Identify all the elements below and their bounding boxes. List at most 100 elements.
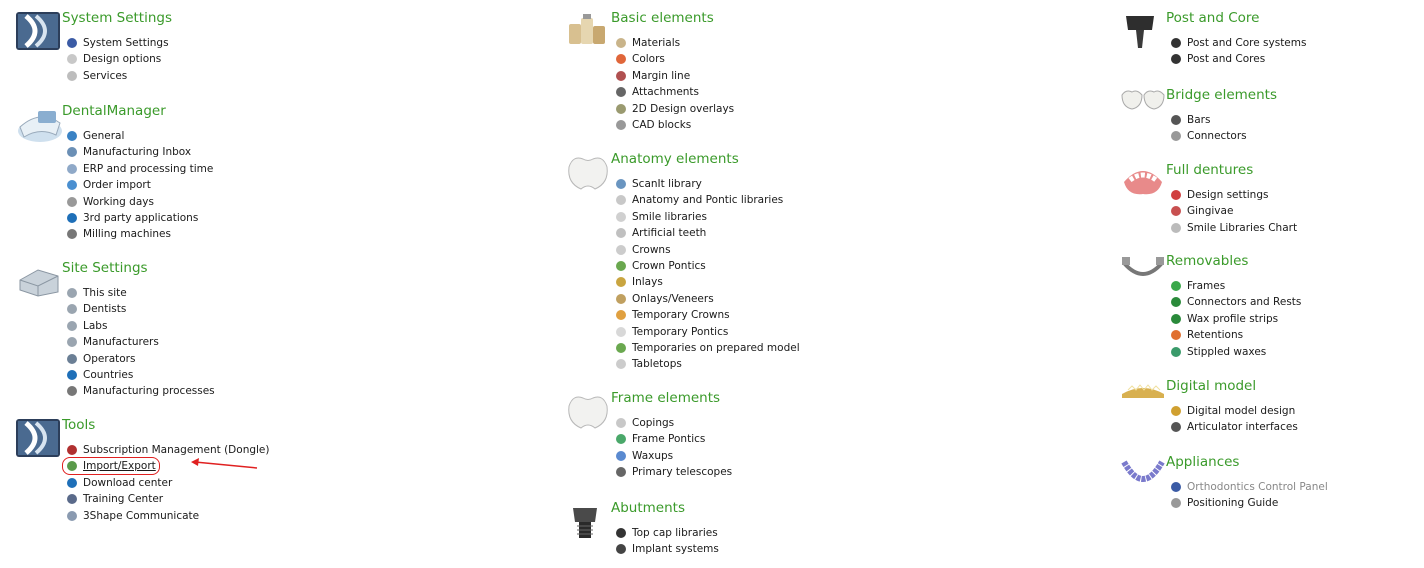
link-post-and-cores[interactable]: Post and Cores [1170, 51, 1265, 67]
link-label: Attachments [632, 86, 700, 99]
link-waxups[interactable]: Waxups [615, 448, 673, 464]
link-artificial-teeth[interactable]: Artificial teeth [615, 225, 706, 241]
link-post-and-core-systems[interactable]: Post and Core systems [1170, 35, 1306, 51]
link-label: Manufacturing Inbox [83, 146, 192, 159]
link-cad-blocks[interactable]: CAD blocks [615, 117, 691, 133]
link-tabletops[interactable]: Tabletops [615, 356, 682, 372]
link-dentists[interactable]: Dentists [66, 301, 126, 317]
link-label: Import/Export [83, 460, 156, 473]
link-wax-profile-strips[interactable]: Wax profile strips [1170, 311, 1278, 327]
link-3rd-party-applications[interactable]: 3rd party applications [66, 210, 198, 226]
tooth-red-icon [615, 70, 627, 82]
link-anatomy-and-pontic-libraries[interactable]: Anatomy and Pontic libraries [615, 192, 783, 208]
link-services[interactable]: Services [66, 68, 127, 84]
link-label: Subscription Management (Dongle) [83, 444, 270, 456]
link-crowns[interactable]: Crowns [615, 242, 671, 258]
link-label: Temporary Crowns [632, 309, 730, 322]
link-training-center[interactable]: Training Center [66, 491, 163, 507]
link-label: 2D Design overlays [632, 102, 735, 115]
link-onlays-veneers[interactable]: Onlays/Veneers [615, 291, 714, 307]
link-temporary-crowns[interactable]: Temporary Crowns [615, 307, 730, 323]
link-digital-model-design[interactable]: Digital model design [1170, 403, 1295, 419]
model-icon [1170, 405, 1182, 417]
section-title: Appliances [1166, 454, 1240, 470]
link-frames[interactable]: Frames [1170, 278, 1225, 294]
link-stippled-waxes[interactable]: Stippled waxes [1170, 344, 1266, 360]
core-icon [1170, 53, 1182, 65]
link-gingivae[interactable]: Gingivae [1170, 203, 1233, 219]
link-system-settings[interactable]: System Settings [66, 35, 169, 51]
link-positioning-guide[interactable]: Positioning Guide [1170, 495, 1278, 511]
link-order-import[interactable]: Order import [66, 177, 151, 193]
section-title: Frame elements [611, 390, 721, 406]
link-smile-libraries-chart[interactable]: Smile Libraries Chart [1170, 220, 1297, 236]
link-milling-machines[interactable]: Milling machines [66, 226, 171, 242]
link-crown-pontics[interactable]: Crown Pontics [615, 258, 706, 274]
link-3shape-communicate[interactable]: 3Shape Communicate [66, 508, 199, 524]
connector-icon [1170, 130, 1182, 142]
link-attachments[interactable]: Attachments [615, 84, 699, 100]
link-label: Crowns [632, 243, 671, 256]
link-frame-pontics[interactable]: Frame Pontics [615, 431, 705, 447]
link-bars[interactable]: Bars [1170, 112, 1210, 128]
section-tools: Tools Subscription Management (Dongle) Imp… [16, 415, 346, 534]
link-materials[interactable]: Materials [615, 35, 680, 51]
link-design-options[interactable]: Design options [66, 51, 161, 67]
link-label: General [83, 130, 125, 142]
coping-icon [615, 417, 627, 429]
link-articulator-interfaces[interactable]: Articulator interfaces [1170, 419, 1298, 435]
link-margin-line[interactable]: Margin line [615, 68, 690, 84]
smile-icon [615, 211, 627, 223]
link-manufacturers[interactable]: Manufacturers [66, 334, 159, 350]
link-label: Articulator interfaces [1187, 421, 1298, 434]
link-smile-libraries[interactable]: Smile libraries [615, 209, 707, 225]
link-operators[interactable]: Operators [66, 351, 135, 367]
link-working-days[interactable]: Working days [66, 194, 154, 210]
section-digital-model: Digital model Digital model design Articul… [1120, 376, 1424, 446]
section-title: Full dentures [1166, 162, 1254, 178]
link-manufacturing-inbox[interactable]: Manufacturing Inbox [66, 144, 191, 160]
link-countries[interactable]: Countries [66, 367, 133, 383]
link-download-center[interactable]: Download center [66, 475, 172, 491]
gear-3d-icon [66, 37, 78, 49]
link-label: Frame Pontics [632, 433, 706, 446]
tooth-icon [66, 53, 78, 65]
link-connectors-and-rests[interactable]: Connectors and Rests [1170, 294, 1301, 310]
link-erp-and-processing-time[interactable]: ERP and processing time [66, 161, 213, 177]
link-implant-systems[interactable]: Implant systems [615, 541, 719, 557]
link-import-export[interactable]: Import/Export [62, 457, 258, 476]
link-colors[interactable]: Colors [615, 51, 665, 67]
ortho-icon [1170, 481, 1182, 493]
section-system-settings: System Settings System Settings Design opt… [16, 8, 346, 94]
link-orthodontics-control-panel[interactable]: Orthodontics Control Panel [1170, 479, 1328, 495]
connector-rest-icon [1170, 296, 1182, 308]
section-basic-elements: Basic elements Materials Colors Margin line… [565, 8, 895, 143]
bar-icon [1170, 114, 1182, 126]
server-icon [66, 320, 78, 332]
link-connectors[interactable]: Connectors [1170, 128, 1247, 144]
link-label: Margin line [632, 69, 691, 82]
link-label: Artificial teeth [632, 227, 707, 240]
post-icon [1170, 37, 1182, 49]
link-retentions[interactable]: Retentions [1170, 327, 1243, 343]
link-top-cap-libraries[interactable]: Top cap libraries [615, 525, 718, 541]
cog-icon [66, 70, 78, 82]
link-2d-design-overlays[interactable]: 2D Design overlays [615, 101, 734, 117]
link-label: Tabletops [632, 358, 682, 371]
link-general[interactable]: General [66, 128, 124, 144]
link-manufacturing-processes[interactable]: Manufacturing processes [66, 383, 215, 399]
link-temporaries-on-prepared-model[interactable]: Temporaries on prepared model [615, 340, 800, 356]
link-this-site[interactable]: This site [66, 285, 127, 301]
link-design-settings[interactable]: Design settings [1170, 187, 1268, 203]
link-labs[interactable]: Labs [66, 318, 107, 334]
link-inlays[interactable]: Inlays [615, 274, 663, 290]
link-label: Labs [83, 319, 108, 332]
import-arrow-icon [66, 179, 78, 191]
link-label: Waxups [632, 449, 674, 462]
link-primary-telescopes[interactable]: Primary telescopes [615, 464, 732, 480]
link-subscription-management-dongle[interactable]: Subscription Management (Dongle) [66, 442, 269, 458]
link-copings[interactable]: Copings [615, 415, 674, 431]
link-temporary-pontics[interactable]: Temporary Pontics [615, 324, 728, 340]
section-title: Anatomy elements [611, 151, 739, 167]
link-scanit-library[interactable]: ScanIt library [615, 176, 702, 192]
